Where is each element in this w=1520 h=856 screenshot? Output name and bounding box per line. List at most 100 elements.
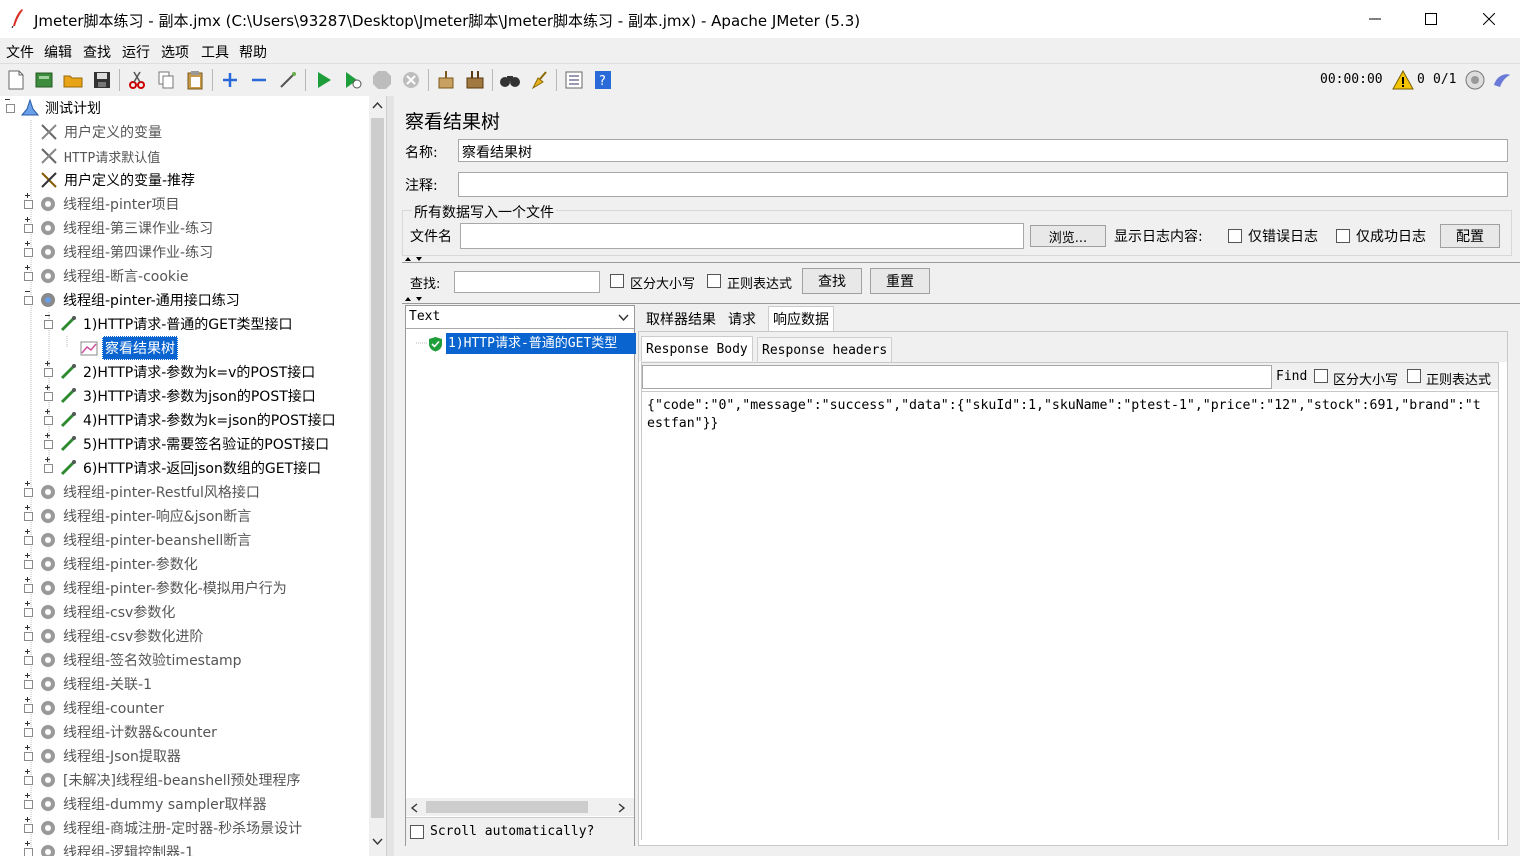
scroll-right-icon[interactable] <box>618 803 626 813</box>
tree-item-thread-group[interactable]: 线程组-计数器&counter <box>24 720 219 744</box>
collapse-icon[interactable] <box>44 319 53 329</box>
expand-icon[interactable] <box>24 751 33 761</box>
toggle-button[interactable] <box>277 69 299 91</box>
expand-icon[interactable] <box>24 607 33 617</box>
errors-only-checkbox[interactable] <box>1228 229 1242 243</box>
expand-icon[interactable] <box>44 439 53 449</box>
menu-edit[interactable]: 编辑 <box>44 42 72 62</box>
expand-icon[interactable] <box>24 799 33 809</box>
close-button[interactable] <box>1460 0 1518 38</box>
tree-item-thread-group[interactable]: 线程组-pinter-参数化 <box>24 552 200 576</box>
tree-item-http-defaults[interactable]: HTTP请求默认值 <box>40 144 162 168</box>
paste-button[interactable] <box>184 69 206 91</box>
expand-icon[interactable] <box>24 487 33 497</box>
name-input[interactable]: 察看结果树 <box>458 139 1508 162</box>
minimize-button[interactable] <box>1346 0 1404 38</box>
start-button[interactable] <box>313 69 335 91</box>
tree-item-thread-group[interactable]: 线程组-第四课作业-练习 <box>24 240 215 264</box>
open-button[interactable] <box>62 69 84 91</box>
expand-icon[interactable] <box>24 775 33 785</box>
expand-icon[interactable] <box>24 511 33 521</box>
tree-item-http-sampler[interactable]: 6)HTTP请求-返回json数组的GET接口 <box>44 456 323 480</box>
tree-scrollbar[interactable] <box>369 96 386 856</box>
function-helper-button[interactable] <box>563 69 585 91</box>
search-input[interactable] <box>454 271 600 293</box>
menu-help[interactable]: 帮助 <box>239 42 267 62</box>
expand-icon[interactable] <box>24 559 33 569</box>
tree-item-thread-group[interactable]: 线程组-pinter-响应&json断言 <box>24 504 253 528</box>
tree-item-thread-group[interactable]: 线程组-csv参数化 <box>24 600 177 624</box>
configure-button[interactable]: 配置 <box>1440 224 1500 248</box>
warning-icon[interactable] <box>1392 70 1414 90</box>
tree-item-thread-group[interactable]: 线程组-dummy sampler取样器 <box>24 792 268 816</box>
tree-scroll-thumb[interactable] <box>371 118 384 818</box>
collapse-all-button[interactable] <box>248 69 270 91</box>
expand-icon[interactable] <box>24 583 33 593</box>
response-regex-checkbox[interactable] <box>1407 369 1421 383</box>
tree-item-http-sampler[interactable]: 1)HTTP请求-普通的GET类型接口 <box>44 312 295 336</box>
browse-button[interactable]: 浏览... <box>1030 225 1106 247</box>
tree-root[interactable]: 测试计划 <box>4 96 103 120</box>
copy-button[interactable] <box>155 69 177 91</box>
expand-icon[interactable] <box>24 703 33 713</box>
expand-icon[interactable] <box>24 823 33 833</box>
comment-input[interactable] <box>458 172 1508 197</box>
maximize-button[interactable] <box>1402 0 1460 38</box>
tree-item-thread-group[interactable]: 线程组-pinter-beanshell断言 <box>24 528 253 552</box>
success-only-checkbox[interactable] <box>1336 229 1350 243</box>
reset-search-button[interactable] <box>528 69 550 91</box>
tree-item-thread-group[interactable]: 线程组-关联-1 <box>24 672 154 696</box>
tree-item-http-sampler[interactable]: 5)HTTP请求-需要签名验证的POST接口 <box>44 432 331 456</box>
expand-all-button[interactable] <box>219 69 241 91</box>
clear-all-button[interactable] <box>464 69 486 91</box>
renderer-select[interactable]: Text <box>406 306 634 329</box>
subtab-response-body[interactable]: Response Body <box>641 336 753 361</box>
case-sensitive-checkbox[interactable] <box>610 274 624 288</box>
tab-sampler-result[interactable]: 取样器结果 <box>642 307 720 331</box>
tree-item-user-vars[interactable]: 用户定义的变量 <box>40 120 164 144</box>
expand-icon[interactable] <box>24 847 33 856</box>
tree-item-http-sampler[interactable]: 4)HTTP请求-参数为k=json的POST接口 <box>44 408 338 432</box>
expand-icon[interactable] <box>44 367 53 377</box>
tree-item-thread-group[interactable]: 线程组-逻辑控制器-1 <box>24 840 196 856</box>
scroll-automatically-checkbox[interactable] <box>410 825 424 839</box>
results-h-scrollbar[interactable] <box>406 798 634 816</box>
results-h-scroll-thumb[interactable] <box>426 801 588 813</box>
expand-icon[interactable] <box>24 247 33 257</box>
expand-icon[interactable] <box>44 391 53 401</box>
tab-request[interactable]: 请求 <box>724 307 760 331</box>
tree-item-thread-group[interactable]: 线程组-counter <box>24 696 166 720</box>
tree-item-thread-group[interactable]: 线程组-第三课作业-练习 <box>24 216 215 240</box>
file-input[interactable] <box>460 223 1024 249</box>
subtab-response-headers[interactable]: Response headers <box>757 337 893 362</box>
tree-item-thread-group[interactable]: 线程组-csv参数化进阶 <box>24 624 205 648</box>
tree-item-thread-group[interactable]: 线程组-pinter-参数化-模拟用户行为 <box>24 576 289 600</box>
clear-button[interactable] <box>435 69 457 91</box>
splitter-arrows-icon[interactable] <box>404 256 426 266</box>
expand-icon[interactable] <box>24 535 33 545</box>
response-text[interactable]: {"code":"0","message":"success","data":{… <box>642 391 1498 840</box>
response-case-sensitive-checkbox[interactable] <box>1314 369 1328 383</box>
tree-item-thread-group[interactable]: 线程组-pinter项目 <box>24 192 182 216</box>
save-button[interactable] <box>91 69 113 91</box>
menu-run[interactable]: 运行 <box>122 42 150 62</box>
log-viewer-icon[interactable] <box>1492 71 1512 89</box>
scroll-up-icon[interactable] <box>372 101 383 109</box>
collapse-icon[interactable] <box>6 103 15 113</box>
expand-icon[interactable] <box>44 415 53 425</box>
expand-icon[interactable] <box>24 631 33 641</box>
tab-response-data[interactable]: 响应数据 <box>768 306 834 331</box>
expand-icon[interactable] <box>24 223 33 233</box>
cut-button[interactable] <box>126 69 148 91</box>
stop-button[interactable] <box>371 69 393 91</box>
tree-item-thread-group-expanded[interactable]: 线程组-pinter-通用接口练习 <box>24 288 242 312</box>
collapse-icon[interactable] <box>24 295 33 305</box>
expand-icon[interactable] <box>24 727 33 737</box>
tree-item-thread-group[interactable]: 线程组-签名效验timestamp <box>24 648 244 672</box>
reset-button[interactable]: 重置 <box>870 268 930 294</box>
regex-checkbox[interactable] <box>707 274 721 288</box>
tree-item-thread-group[interactable]: 线程组-商城注册-定时器-秒杀场景设计 <box>24 816 304 840</box>
expand-icon[interactable] <box>24 655 33 665</box>
tree-item-thread-group[interactable]: 线程组-pinter-Restful风格接口 <box>24 480 262 504</box>
tree-item-thread-group[interactable]: 线程组-Json提取器 <box>24 744 183 768</box>
